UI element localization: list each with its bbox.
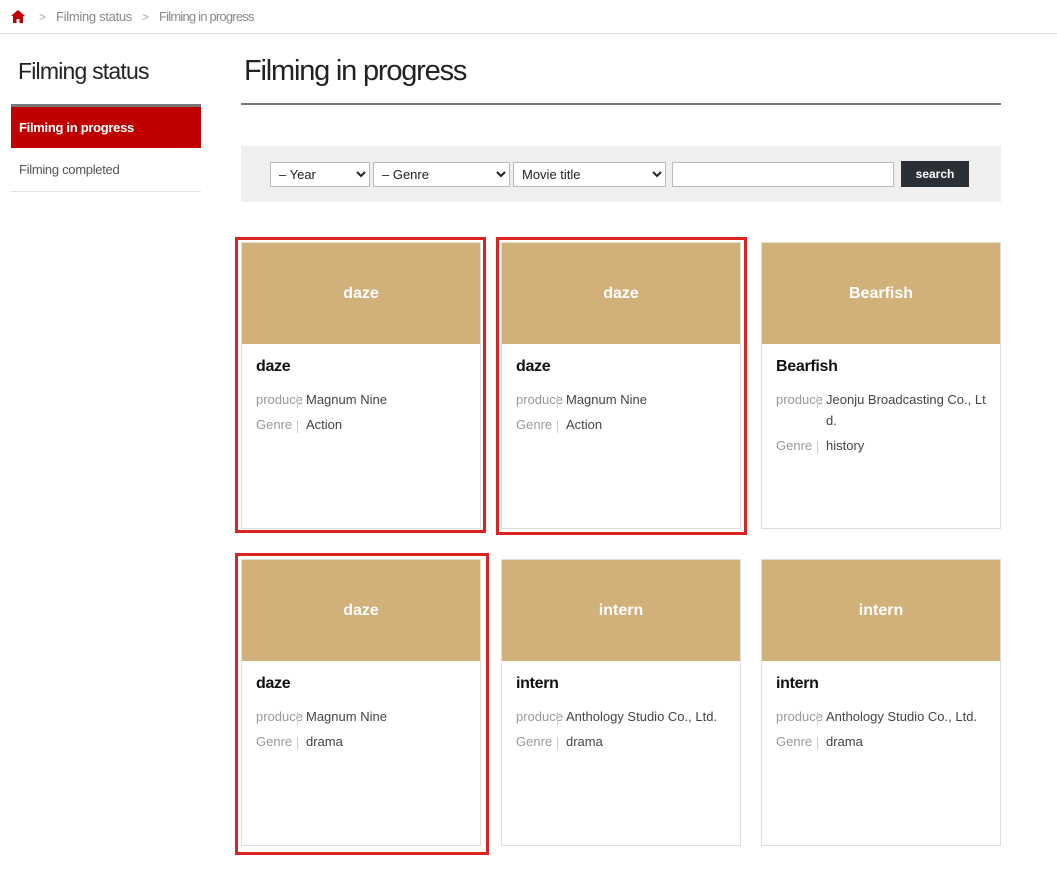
movie-card[interactable]: Bearfish Bearfish produce Jeonju Broadcas…: [761, 242, 1001, 529]
chevron-right-icon: >: [142, 9, 150, 24]
produce-label: produce: [516, 389, 566, 410]
produce-value: Magnum Nine: [566, 392, 647, 407]
sidebar-item-filming-in-progress[interactable]: Filming in progress: [11, 104, 201, 148]
movie-card[interactable]: daze daze produce Magnum Nine Genre Action: [241, 242, 481, 529]
sidebar-item-filming-completed[interactable]: Filming completed: [11, 148, 201, 192]
genre-label: Genre: [256, 731, 306, 752]
movie-title: daze: [256, 358, 291, 375]
title-divider: [241, 103, 1001, 105]
chevron-right-icon: >: [39, 9, 47, 24]
produce-value: Anthology Studio Co., Ltd.: [826, 709, 978, 724]
movie-thumbnail: intern: [502, 560, 740, 661]
breadcrumb-item-filming-in-progress[interactable]: Filming in progress: [159, 9, 254, 24]
movie-title: daze: [256, 675, 291, 692]
produce-value: Magnum Nine: [306, 709, 387, 724]
movie-thumbnail: Bearfish: [762, 243, 1000, 344]
produce-label: produce: [776, 706, 826, 727]
movie-card[interactable]: daze daze produce Magnum Nine Genre Action: [501, 242, 741, 529]
genre-value: history: [826, 438, 865, 453]
produce-label: produce: [776, 389, 826, 431]
genre-value: Action: [566, 417, 603, 432]
breadcrumb-item-filming-status[interactable]: Filming status: [56, 9, 132, 24]
movie-thumbnail: daze: [242, 243, 480, 344]
movie-title: Bearfish: [776, 358, 838, 375]
genre-label: Genre: [776, 435, 826, 456]
movie-title: intern: [516, 675, 559, 692]
genre-label: Genre: [776, 731, 826, 752]
search-bar: – Year – Genre Movie title search: [241, 146, 1001, 202]
search-button[interactable]: search: [901, 161, 969, 187]
sidebar-title: Filming status: [18, 58, 149, 84]
search-input[interactable]: [672, 162, 894, 187]
produce-label: produce: [256, 706, 306, 727]
genre-label: Genre: [516, 414, 566, 435]
home-icon[interactable]: [11, 9, 27, 24]
sidebar-menu: Filming in progress Filming completed: [11, 104, 201, 192]
genre-label: Genre: [516, 731, 566, 752]
genre-label: Genre: [256, 414, 306, 435]
produce-value: Anthology Studio Co., Ltd.: [566, 709, 718, 724]
movie-thumbnail: intern: [762, 560, 1000, 661]
page-title: Filming in progress: [244, 55, 467, 87]
movie-title: intern: [776, 675, 819, 692]
year-select[interactable]: – Year: [270, 162, 370, 187]
movie-card[interactable]: intern intern produce Anthology Studio Co…: [761, 559, 1001, 846]
movie-card[interactable]: intern intern produce Anthology Studio Co…: [501, 559, 741, 846]
produce-label: produce: [256, 389, 306, 410]
movie-thumbnail: daze: [242, 560, 480, 661]
movie-thumbnail: daze: [502, 243, 740, 344]
movie-card[interactable]: daze daze produce Magnum Nine Genre drama: [241, 559, 481, 846]
genre-value: drama: [826, 734, 863, 749]
search-field-select[interactable]: Movie title: [513, 162, 666, 187]
genre-value: drama: [566, 734, 603, 749]
genre-value: Action: [306, 417, 343, 432]
produce-value: Jeonju Broadcasting Co., Ltd.: [826, 392, 986, 428]
genre-select[interactable]: – Genre: [373, 162, 510, 187]
breadcrumb: > Filming status > Filming in progress: [0, 0, 1057, 34]
produce-value: Magnum Nine: [306, 392, 387, 407]
produce-label: produce: [516, 706, 566, 727]
genre-value: drama: [306, 734, 343, 749]
movie-title: daze: [516, 358, 551, 375]
